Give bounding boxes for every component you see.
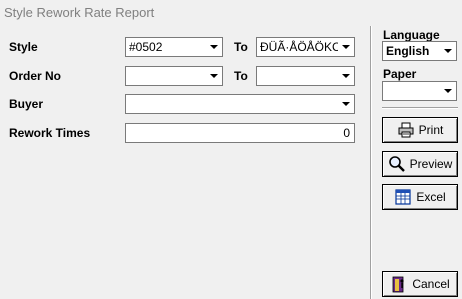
preview-button[interactable]: Preview	[382, 151, 458, 177]
title-bar: Style Rework Rate Report	[0, 0, 462, 26]
excel-button[interactable]: Excel	[382, 184, 458, 210]
rework-times-value: 0	[343, 126, 350, 140]
style-label: Style	[9, 40, 38, 54]
language-combo[interactable]: English	[382, 41, 457, 61]
chevron-down-icon[interactable]	[440, 82, 456, 100]
window-title: Style Rework Rate Report	[4, 5, 155, 20]
horizontal-divider	[382, 107, 458, 109]
buyer-label: Buyer	[9, 97, 44, 111]
spreadsheet-icon	[394, 188, 412, 206]
buyer-combo[interactable]	[125, 94, 355, 114]
order-no-label: Order No	[9, 69, 62, 83]
print-button-label: Print	[418, 123, 444, 137]
vertical-divider	[370, 26, 372, 299]
chevron-down-icon[interactable]	[206, 67, 222, 85]
chevron-down-icon[interactable]	[338, 38, 354, 56]
cancel-button[interactable]: Cancel	[382, 271, 458, 297]
paper-combo[interactable]	[382, 81, 457, 101]
style-from-combo[interactable]: #0502	[125, 37, 223, 57]
order-no-from-combo[interactable]	[125, 66, 223, 86]
exit-door-icon	[390, 275, 408, 293]
style-to-label: To	[234, 40, 248, 54]
language-label: Language	[383, 28, 440, 42]
order-no-to-label: To	[234, 69, 248, 83]
rework-times-label: Rework Times	[9, 126, 91, 140]
paper-label: Paper	[383, 67, 417, 81]
style-to-combo[interactable]: ÐÜÃ·ÅÖÅÖKC	[256, 37, 355, 57]
rework-times-input[interactable]: 0	[125, 123, 355, 143]
cancel-button-label: Cancel	[412, 277, 450, 291]
chevron-down-icon[interactable]	[440, 42, 456, 60]
chevron-down-icon[interactable]	[338, 95, 354, 113]
language-value: English	[386, 44, 430, 58]
order-no-to-combo[interactable]	[256, 66, 355, 86]
preview-button-label: Preview	[409, 157, 453, 171]
chevron-down-icon[interactable]	[338, 67, 354, 85]
style-from-value: #0502	[129, 40, 163, 54]
magnifier-icon	[388, 155, 406, 173]
excel-button-label: Excel	[416, 190, 446, 204]
chevron-down-icon[interactable]	[206, 38, 222, 56]
print-button[interactable]: Print	[382, 117, 458, 143]
style-to-value: ÐÜÃ·ÅÖÅÖKC	[260, 40, 341, 54]
printer-icon	[397, 121, 415, 139]
